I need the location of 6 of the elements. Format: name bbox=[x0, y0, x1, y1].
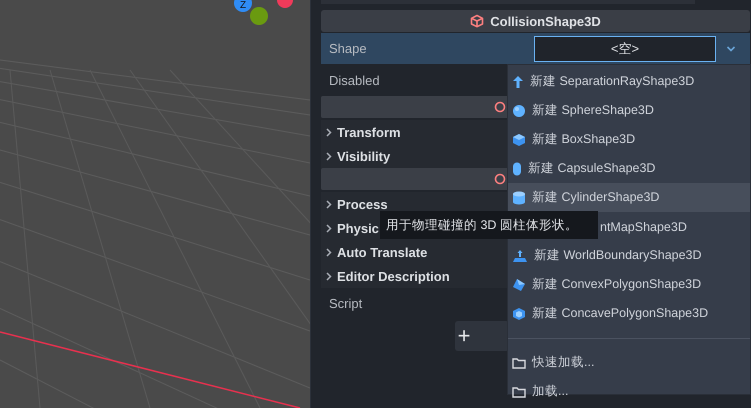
property-label: Script bbox=[329, 296, 362, 310]
node-title: CollisionShape3D bbox=[490, 14, 601, 28]
property-label: Shape bbox=[329, 41, 368, 56]
property-label: Disabled bbox=[329, 72, 380, 88]
tooltip: 用于物理碰撞的 3D 圆柱体形状。 bbox=[380, 211, 598, 239]
axis-label: Z bbox=[240, 1, 246, 11]
